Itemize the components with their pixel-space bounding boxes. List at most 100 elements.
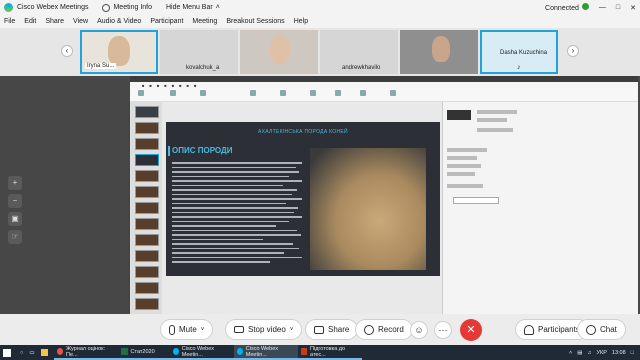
notifications-icon[interactable]: □: [631, 350, 634, 356]
menu-item: ■: [156, 82, 160, 88]
next-participants-button[interactable]: ›: [567, 45, 579, 57]
search-icon: ○: [20, 349, 24, 356]
panel-text: [447, 184, 483, 188]
pointer-icon[interactable]: ☞: [8, 230, 22, 244]
menu-file[interactable]: File: [4, 18, 15, 25]
chevron-up-icon: ˄: [215, 4, 220, 11]
chat-icon: [586, 324, 596, 335]
menu-help[interactable]: Help: [294, 18, 308, 25]
system-tray: ˄ ▤ ♫ УКР 13:08 □: [569, 350, 640, 356]
slide-thumbnail[interactable]: [135, 122, 159, 134]
slide-thumbnail[interactable]: [135, 138, 159, 150]
stop-video-button[interactable]: Stop video ˅: [225, 319, 303, 340]
search-button[interactable]: ○: [17, 345, 26, 360]
participants-label: Participants: [538, 325, 580, 334]
language-indicator[interactable]: УКР: [597, 350, 607, 356]
taskbar-app[interactable]: Підготовка до атес...: [297, 345, 362, 360]
participant-tile[interactable]: Iryna Su...: [80, 30, 158, 74]
participant-name: Iryna Su...: [85, 63, 117, 69]
chat-panel-button[interactable]: Chat: [577, 319, 626, 340]
record-label: Record: [378, 325, 404, 334]
taskbar-app-label: Стат2020: [130, 348, 155, 355]
more-options-icon[interactable]: ⋯: [434, 321, 452, 339]
record-button[interactable]: Record: [355, 319, 413, 340]
taskbar-app[interactable]: Журнал оцінок: Пе...: [53, 345, 118, 360]
menu-audio-video[interactable]: Audio & Video: [97, 18, 141, 25]
fit-to-window-icon[interactable]: ▣: [8, 212, 22, 226]
menu-view[interactable]: View: [73, 18, 88, 25]
menu-share[interactable]: Share: [45, 18, 64, 25]
end-meeting-button[interactable]: ✕: [460, 319, 482, 341]
menu-breakout-sessions[interactable]: Breakout Sessions: [226, 18, 284, 25]
participant-name: Dasha Kuzuchina: [500, 50, 548, 56]
menu-meeting[interactable]: Meeting: [192, 18, 217, 25]
slide-thumbnail[interactable]: [135, 298, 159, 310]
clock[interactable]: 13:08: [612, 350, 626, 356]
heading-accent-bar: [168, 146, 170, 156]
participant-video: [270, 36, 290, 64]
taskbar-app[interactable]: Стат2020: [117, 345, 170, 360]
slide-thumbnail[interactable]: [135, 154, 159, 166]
slide-thumbnail[interactable]: [135, 266, 159, 278]
slide-thumbnail[interactable]: [135, 218, 159, 230]
participant-tile[interactable]: [240, 30, 318, 74]
chevron-up-icon[interactable]: ˄: [569, 350, 572, 356]
presentation-window: ■ ■ ■ ■ ■ ■ ■ ■ АХАЛТЕКІНСЬКА ПОРОДА КОН…: [130, 76, 638, 314]
pinned-app[interactable]: [38, 345, 54, 360]
minimize-button[interactable]: —: [599, 4, 606, 11]
slide-thumbnail[interactable]: [135, 170, 159, 182]
mute-button[interactable]: Mute ˅: [160, 319, 214, 340]
taskbar-app-label: Журнал оцінок: Пе...: [66, 345, 106, 358]
close-window-button[interactable]: ✕: [630, 4, 636, 12]
audio-icon: ♪: [517, 64, 521, 71]
taskbar-app[interactable]: Cisco Webex Meetin...: [233, 345, 298, 360]
participant-tile[interactable]: kovalchuk_a: [160, 30, 238, 74]
hide-menu-bar-button[interactable]: Hide Menu Bar ˄: [166, 4, 220, 11]
participant-tile[interactable]: andrewkhavilo: [320, 30, 398, 74]
panel-text: [447, 148, 487, 152]
taskbar-app[interactable]: Cisco Webex Meetin...: [169, 345, 234, 360]
windows-icon: [3, 348, 11, 357]
participant-tile[interactable]: Dasha Kuzuchina ♪: [480, 30, 558, 74]
share-icon: [314, 325, 324, 334]
menu-participant[interactable]: Participant: [150, 18, 183, 25]
taskbar-app-label: Cisco Webex Meetin...: [181, 345, 215, 358]
meeting-info-label: Meeting Info: [113, 4, 152, 11]
panel-text: [477, 128, 513, 132]
toolbar-icon: [280, 90, 286, 96]
zoom-out-icon[interactable]: −: [8, 194, 22, 208]
menu-edit[interactable]: Edit: [24, 18, 36, 25]
task-view-button[interactable]: ▭: [26, 345, 37, 360]
slide-thumbnail[interactable]: [135, 202, 159, 214]
reactions-icon[interactable]: ☺: [410, 321, 428, 339]
share-button[interactable]: Share: [305, 319, 359, 340]
slide-thumbnail[interactable]: [135, 250, 159, 262]
slide-heading: ОПИС ПОРОДИ: [172, 146, 233, 155]
app-title: Cisco Webex Meetings: [17, 4, 89, 11]
menu-item: ■: [179, 82, 182, 88]
previous-participants-button[interactable]: ‹: [61, 45, 73, 57]
participant-video: [432, 36, 450, 62]
slide-thumbnail[interactable]: [135, 186, 159, 198]
zoom-in-icon[interactable]: +: [8, 176, 22, 190]
title-bar: Cisco Webex Meetings Meeting Info Hide M…: [0, 0, 640, 15]
volume-icon[interactable]: ♫: [587, 350, 591, 356]
meeting-info-button[interactable]: Meeting Info: [102, 3, 152, 12]
slide-body-text: [172, 162, 302, 266]
slide-thumbnail[interactable]: [135, 106, 159, 118]
panel-text: [447, 164, 481, 168]
maximize-button[interactable]: □: [616, 4, 620, 11]
participant-tile[interactable]: [400, 30, 478, 74]
mute-label: Mute: [179, 325, 197, 334]
panel-preview: [447, 110, 471, 120]
slide-thumbnail[interactable]: [135, 282, 159, 294]
menu-bar: File Edit Share View Audio & Video Parti…: [0, 15, 640, 28]
start-button[interactable]: [0, 345, 17, 360]
participants-icon: [524, 324, 534, 335]
shared-screen-area: + − ▣ ☞ ■ ■ ■ ■ ■ ■ ■ ■ АХАЛТЕКІНСЬКА ПО…: [0, 76, 640, 314]
network-icon[interactable]: ▤: [577, 350, 582, 356]
toolbar-icon: [360, 90, 366, 96]
slide-thumbnail[interactable]: [135, 234, 159, 246]
panel-text: [477, 118, 507, 122]
panel-button[interactable]: [453, 197, 499, 204]
